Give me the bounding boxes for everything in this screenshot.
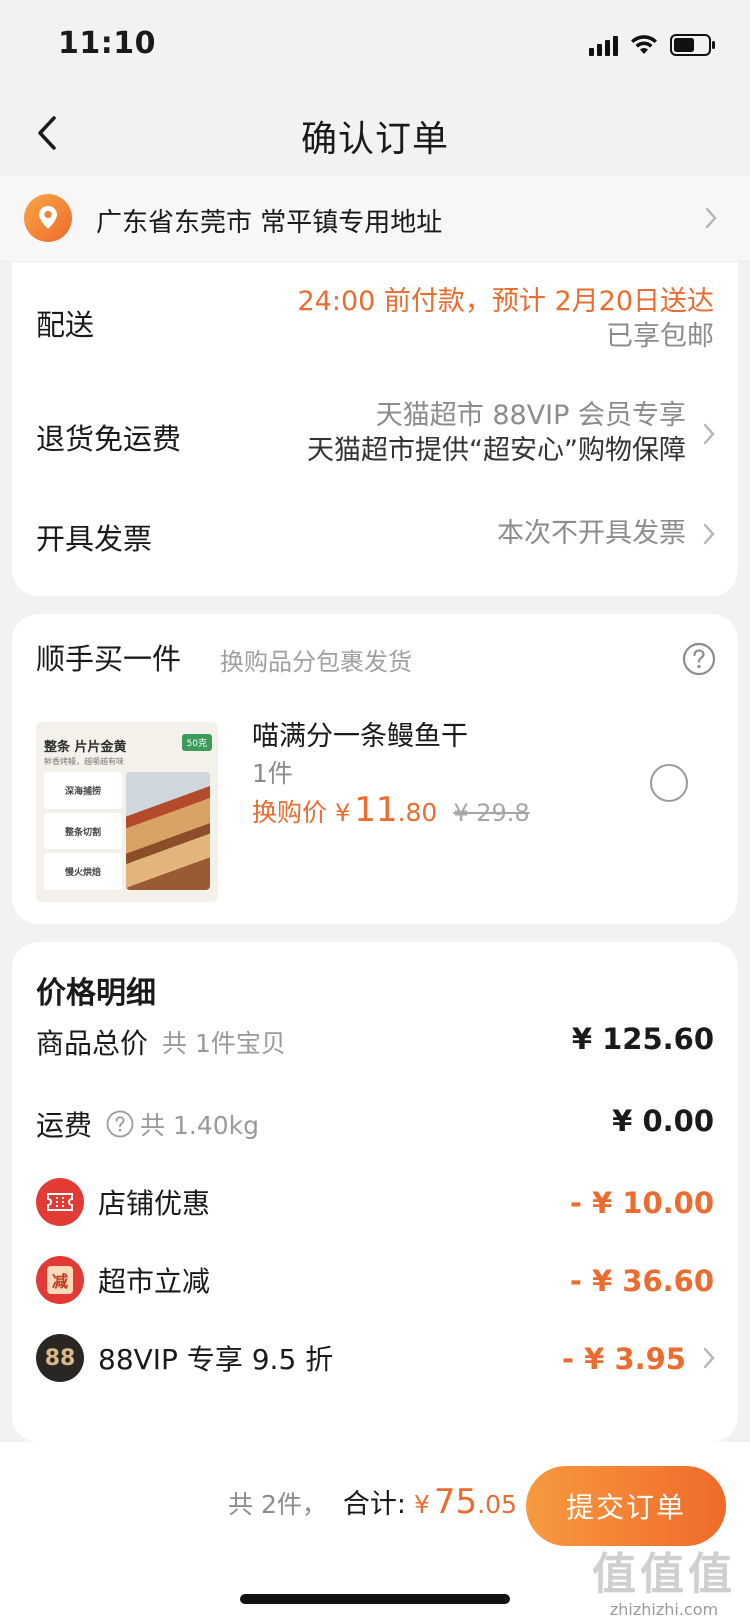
return-shipping-line2: 天猫超市提供“超安心”购物保障 bbox=[307, 435, 686, 466]
invoice-label: 开具发票 bbox=[36, 522, 153, 556]
coupon-icon bbox=[36, 1178, 84, 1226]
product-image[interactable]: 整条 片片金黄 50克 鲜香烤鳗，越嚼越有味 深海捕捞 整条切割 慢火烘焙 bbox=[36, 722, 218, 902]
addon-card: 顺手买一件 换购品分包裹发货 整条 片片金黄 50克 鲜香烤鳗，越嚼越有味 深海… bbox=[12, 614, 738, 924]
chevron-right-icon bbox=[703, 423, 715, 445]
product-price: 换购价 ¥ 11 .80 ¥ 29.8 bbox=[252, 790, 530, 830]
vip-discount-value: - ¥ 3.95 bbox=[562, 1342, 686, 1376]
shipping-weight: 共 1.40kg bbox=[140, 1111, 259, 1140]
product-image-title: 整条 片片金黄 bbox=[44, 740, 127, 755]
vip-discount-label-group[interactable]: 88 88VIP 专享 9.5 折 bbox=[36, 1334, 333, 1382]
watermark-url: zhizhizhi.com bbox=[609, 1600, 719, 1619]
product-image-step: 整条切割 bbox=[44, 812, 122, 850]
price-detail-card: 价格明细 商品总价 共 1件宝贝 ¥ 125.60 运费 共 1.40kg ¥ … bbox=[12, 942, 738, 1442]
product-quantity: 1件 bbox=[252, 759, 293, 788]
vip88-icon: 88 bbox=[36, 1334, 84, 1382]
subtotal-value: ¥ 125.60 bbox=[571, 1022, 714, 1056]
return-shipping-label: 退货免运费 bbox=[36, 422, 182, 456]
price-integer: 11 bbox=[354, 790, 398, 830]
subtotal-label-group: 商品总价 共 1件宝贝 bbox=[36, 1022, 286, 1062]
total-integer: 75 bbox=[433, 1482, 478, 1522]
help-icon[interactable] bbox=[106, 1110, 134, 1138]
status-icons bbox=[589, 30, 716, 60]
product-image-step: 慢火烘焙 bbox=[44, 853, 122, 891]
order-total-summary: 共 2件， 合计: ¥ 75 .05 bbox=[228, 1482, 517, 1522]
vip-discount-label: 88VIP 专享 9.5 折 bbox=[98, 1343, 334, 1376]
price-currency: ¥ bbox=[335, 799, 351, 827]
item-count: 共 2件， bbox=[228, 1490, 327, 1519]
price-label: 换购价 bbox=[252, 798, 328, 827]
product-image-steps: 深海捕捞 整条切割 慢火烘焙 bbox=[44, 772, 122, 891]
navbar: 确认订单 bbox=[0, 90, 750, 176]
return-shipping-row[interactable]: 天猫超市 88VIP 会员专享 天猫超市提供“超安心”购物保障 bbox=[307, 398, 686, 468]
subtotal-count: 共 1件宝贝 bbox=[162, 1029, 286, 1058]
signal-icon bbox=[589, 34, 618, 56]
product-image-subtitle: 鲜香烤鳗，越嚼越有味 bbox=[44, 757, 124, 766]
address-row[interactable]: 广东省东莞市 常平镇专用地址 bbox=[0, 176, 750, 262]
shipping-fee-label-group: 运费 共 1.40kg bbox=[36, 1104, 259, 1144]
invoice-value[interactable]: 本次不开具发票 bbox=[497, 516, 686, 551]
addon-subtitle: 换购品分包裹发货 bbox=[220, 648, 412, 676]
addon-title: 顺手买一件 bbox=[36, 642, 182, 676]
delivery-info: 24:00 前付款，预计 2月20日送达 已享包邮 bbox=[297, 284, 714, 354]
battery-icon bbox=[670, 34, 716, 56]
status-time: 11:10 bbox=[58, 26, 156, 61]
eel-photo bbox=[126, 772, 210, 890]
store-discount-label: 店铺优惠 bbox=[98, 1187, 211, 1220]
help-icon[interactable] bbox=[682, 642, 716, 676]
chevron-right-icon bbox=[703, 523, 715, 545]
total-currency: ¥ bbox=[413, 1490, 430, 1519]
price-decimal: .80 bbox=[397, 798, 438, 827]
shipping-fee-value: ¥ 0.00 bbox=[612, 1104, 714, 1138]
market-reduction-value: - ¥ 36.60 bbox=[569, 1264, 714, 1298]
watermark-glyphs: 值值值 bbox=[592, 1549, 736, 1600]
subtotal-label: 商品总价 bbox=[36, 1027, 149, 1060]
original-price: ¥ 29.8 bbox=[453, 799, 530, 827]
total-decimal: .05 bbox=[477, 1490, 517, 1519]
reduction-icon: 减 bbox=[36, 1256, 84, 1304]
product-image-badge: 50克 bbox=[181, 734, 212, 751]
wifi-icon bbox=[630, 34, 658, 56]
page-title: 确认订单 bbox=[300, 119, 449, 160]
shipping-fee-label: 运费 bbox=[36, 1109, 93, 1142]
return-shipping-line1: 天猫超市 88VIP 会员专享 bbox=[375, 400, 686, 431]
vip88-icon-label: 88 bbox=[44, 1345, 76, 1371]
addon-select-radio[interactable] bbox=[650, 764, 688, 802]
chevron-right-icon bbox=[705, 207, 717, 229]
product-name[interactable]: 喵满分一条鳗鱼干 bbox=[252, 714, 468, 753]
delivery-card: 配送 24:00 前付款，预计 2月20日送达 已享包邮 退货免运费 天猫超市 … bbox=[12, 262, 738, 596]
store-discount-value: - ¥ 10.00 bbox=[569, 1186, 714, 1220]
store-discount-label-group: 店铺优惠 bbox=[36, 1178, 210, 1226]
market-reduction-label-group: 减 超市立减 bbox=[36, 1256, 210, 1304]
address-text: 广东省东莞市 常平镇专用地址 bbox=[96, 208, 443, 238]
free-shipping-note: 已享包邮 bbox=[606, 321, 714, 352]
product-image-step: 深海捕捞 bbox=[44, 772, 122, 809]
status-bar: 11:10 bbox=[0, 0, 750, 90]
reduction-icon-label: 减 bbox=[47, 1266, 73, 1294]
total-label: 合计: bbox=[342, 1489, 406, 1520]
price-detail-title: 价格明细 bbox=[36, 976, 156, 1011]
market-reduction-label: 超市立减 bbox=[98, 1265, 211, 1298]
submit-order-button[interactable]: 提交订单 bbox=[526, 1466, 726, 1546]
delivery-label: 配送 bbox=[36, 308, 95, 342]
chevron-right-icon bbox=[703, 1347, 715, 1369]
location-pin-icon bbox=[24, 194, 72, 242]
watermark-logo: 值值值 zhizhizhi.com bbox=[592, 1538, 736, 1619]
delivery-eta: 24:00 前付款，预计 2月20日送达 bbox=[297, 286, 714, 317]
home-indicator bbox=[240, 1594, 510, 1604]
